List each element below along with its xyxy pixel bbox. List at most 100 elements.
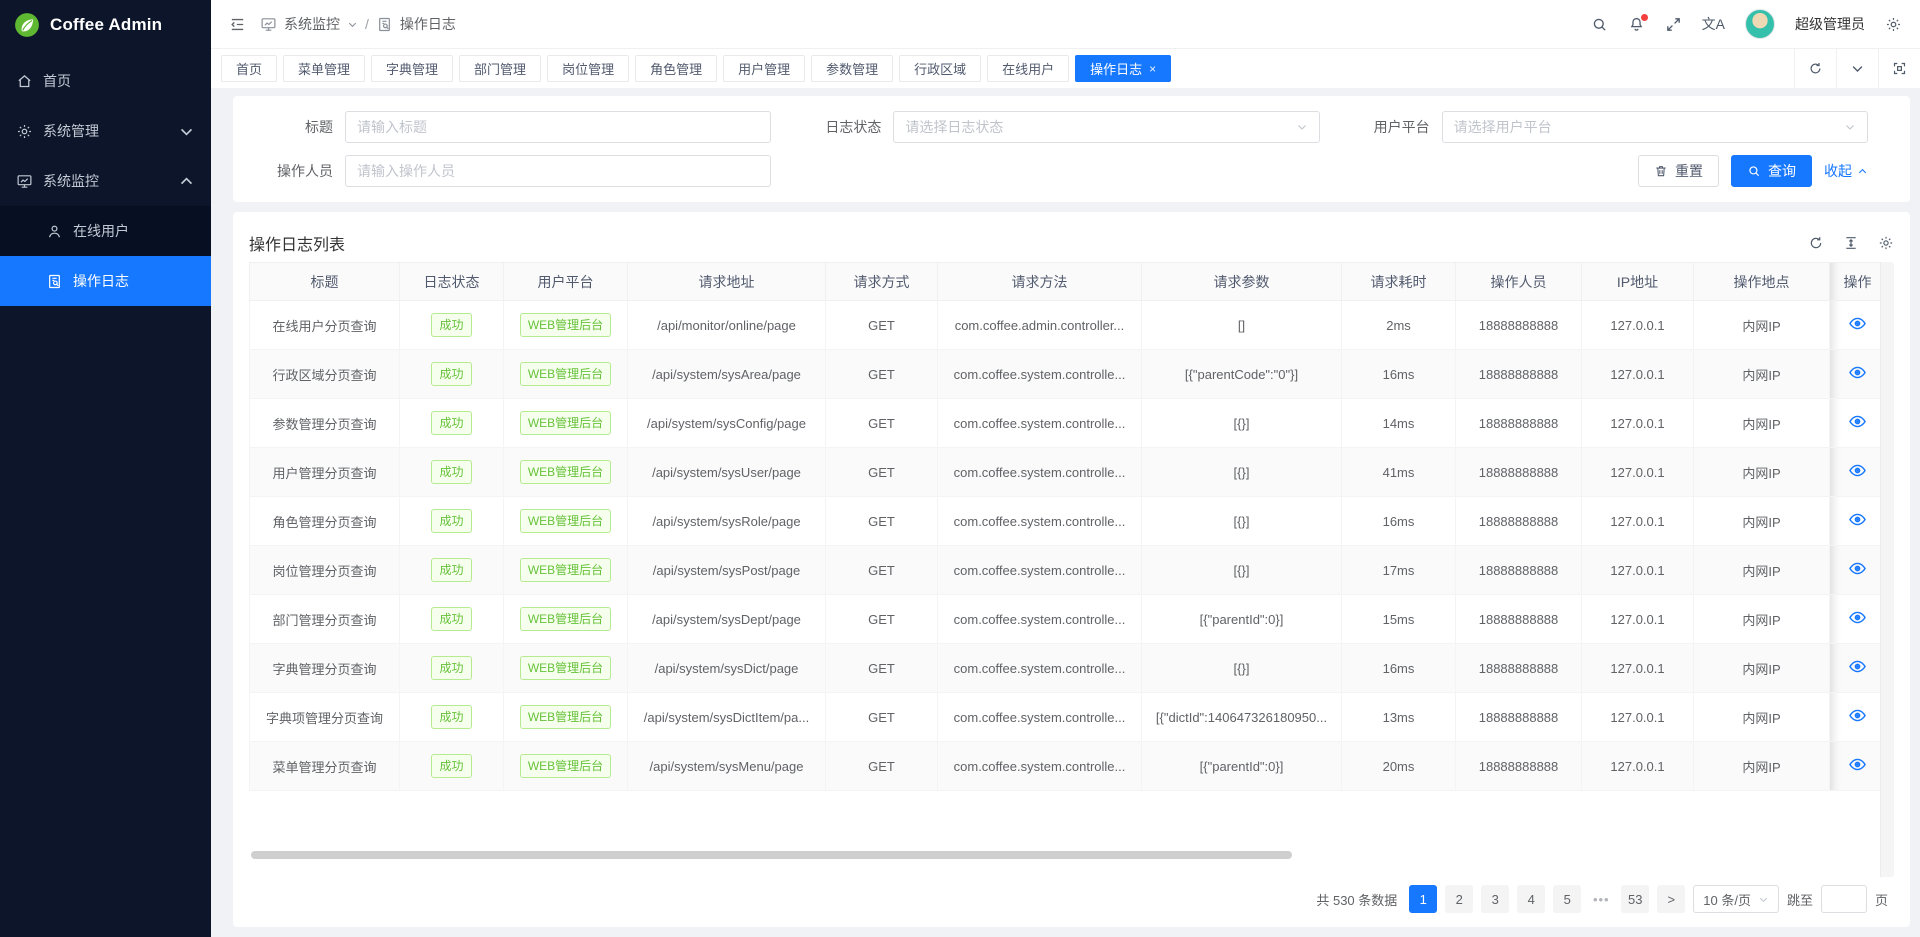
jump-label: 跳至: [1787, 890, 1813, 909]
sidebar-item-online-users[interactable]: 在线用户: [0, 206, 211, 256]
breadcrumb-caret-icon[interactable]: [347, 19, 358, 30]
current-user-name[interactable]: 超级管理员: [1795, 14, 1865, 34]
horizontal-scrollbar-thumb[interactable]: [251, 851, 1292, 859]
tab-item-10[interactable]: 操作日志 ×: [1075, 55, 1171, 82]
chevron-down-icon: [178, 123, 195, 140]
vertical-scrollbar-track[interactable]: [1880, 262, 1894, 877]
status-cell: 成功: [400, 693, 504, 742]
view-detail-button[interactable]: [1848, 608, 1867, 627]
cell-duration: 16ms: [1342, 497, 1456, 546]
row-height-icon[interactable]: [1843, 235, 1859, 251]
page-size-select[interactable]: 10 条/页: [1693, 885, 1779, 913]
table-scroll-area: 标题日志状态用户平台请求地址请求方式请求方法请求参数请求耗时操作人员IP地址操作…: [249, 262, 1894, 877]
view-detail-button[interactable]: [1848, 755, 1867, 774]
cell-title: 参数管理分页查询: [250, 399, 400, 448]
view-detail-button[interactable]: [1848, 706, 1867, 725]
cell-location: 内网IP: [1694, 301, 1830, 350]
column-settings-gear-icon[interactable]: [1878, 235, 1894, 251]
cell-actions: [1830, 350, 1886, 399]
cell-params: [{"dictId":140647326180950...: [1142, 693, 1342, 742]
cell-title: 部门管理分页查询: [250, 595, 400, 644]
tab-item-2[interactable]: 字典管理: [371, 55, 453, 82]
operator-filter-input[interactable]: [345, 155, 771, 187]
platform-select[interactable]: 请选择用户平台: [1442, 111, 1868, 143]
leaf-logo-icon: [14, 12, 40, 38]
page-button-2[interactable]: 2: [1445, 885, 1473, 913]
view-detail-button[interactable]: [1848, 314, 1867, 333]
cell-handler: com.coffee.system.controlle...: [938, 497, 1142, 546]
refresh-page-icon[interactable]: [1794, 49, 1836, 88]
page-button-5[interactable]: 5: [1553, 885, 1581, 913]
settings-gear-icon[interactable]: [1885, 16, 1902, 33]
reset-button[interactable]: 重置: [1638, 155, 1719, 187]
table-refresh-icon[interactable]: [1808, 235, 1824, 251]
view-detail-button[interactable]: [1848, 657, 1867, 676]
status-badge: 成功: [431, 656, 471, 680]
jump-page-input[interactable]: [1821, 885, 1867, 913]
tab-item-8[interactable]: 行政区域: [899, 55, 981, 82]
status-badge: 成功: [431, 411, 471, 435]
cell-location: 内网IP: [1694, 399, 1830, 448]
log-status-select[interactable]: 请选择日志状态: [893, 111, 1319, 143]
table-body: 在线用户分页查询成功WEB管理后台/api/monitor/online/pag…: [250, 301, 1886, 791]
breadcrumb-log-icon: [376, 16, 393, 33]
search-button[interactable]: 查询: [1731, 155, 1812, 187]
search-icon[interactable]: [1591, 16, 1608, 33]
column-header: 请求耗时: [1342, 263, 1456, 301]
page-button-53[interactable]: 53: [1621, 885, 1649, 913]
breadcrumb-parent[interactable]: 系统监控: [284, 14, 340, 34]
title-filter-input[interactable]: [345, 111, 771, 143]
next-page-button[interactable]: >: [1657, 885, 1685, 913]
tab-item-5[interactable]: 角色管理: [635, 55, 717, 82]
column-header: 操作: [1830, 263, 1886, 301]
tab-item-7[interactable]: 参数管理: [811, 55, 893, 82]
view-detail-button[interactable]: [1848, 461, 1867, 480]
cell-params: [{}]: [1142, 399, 1342, 448]
tab-item-6[interactable]: 用户管理: [723, 55, 805, 82]
tab-label: 菜单管理: [298, 59, 350, 78]
cell-actions: [1830, 448, 1886, 497]
tab-item-9[interactable]: 在线用户: [987, 55, 1069, 82]
cell-duration: 14ms: [1342, 399, 1456, 448]
avatar[interactable]: [1745, 9, 1775, 39]
content-area: 标题 日志状态 请选择日志状态 用户平台 请选择用户平台: [211, 88, 1920, 937]
cell-operator: 18888888888: [1456, 742, 1582, 791]
language-switch-icon[interactable]: 文A: [1702, 14, 1725, 34]
tab-item-1[interactable]: 菜单管理: [283, 55, 365, 82]
page-button-3[interactable]: 3: [1481, 885, 1509, 913]
notification-dot: [1641, 14, 1648, 21]
tab-label: 操作日志: [1090, 59, 1142, 78]
view-detail-button[interactable]: [1848, 363, 1867, 382]
app-logo[interactable]: Coffee Admin: [0, 0, 211, 50]
online-user-icon: [46, 223, 63, 240]
page-button-4[interactable]: 4: [1517, 885, 1545, 913]
sidebar: Coffee Admin 首页 系统管理 系统监控 在线用户: [0, 0, 211, 937]
view-detail-button[interactable]: [1848, 510, 1867, 529]
table-row: 菜单管理分页查询成功WEB管理后台/api/system/sysMenu/pag…: [250, 742, 1886, 791]
tab-close-icon[interactable]: ×: [1149, 63, 1156, 75]
view-detail-button[interactable]: [1848, 412, 1867, 431]
platform-cell: WEB管理后台: [504, 399, 628, 448]
sidebar-item-operation-log[interactable]: 操作日志: [0, 256, 211, 306]
sidebar-item-system-management[interactable]: 系统管理: [0, 106, 211, 156]
tab-item-4[interactable]: 岗位管理: [547, 55, 629, 82]
collapse-filters-link[interactable]: 收起: [1824, 161, 1868, 181]
tab-options-chevron-icon[interactable]: [1836, 49, 1878, 88]
tab-item-0[interactable]: 首页: [221, 55, 277, 82]
tab-bar: 首页菜单管理字典管理部门管理岗位管理角色管理用户管理参数管理行政区域在线用户操作…: [211, 48, 1920, 88]
cell-handler: com.coffee.system.controlle...: [938, 644, 1142, 693]
pagination-ellipsis[interactable]: •••: [1589, 892, 1613, 907]
status-badge: 成功: [431, 460, 471, 484]
content-maximize-icon[interactable]: [1878, 49, 1920, 88]
notification-bell-icon[interactable]: [1628, 16, 1645, 33]
cell-request-method: GET: [826, 546, 938, 595]
fullscreen-icon[interactable]: [1665, 16, 1682, 33]
cell-title: 字典项管理分页查询: [250, 693, 400, 742]
column-header: IP地址: [1582, 263, 1694, 301]
sidebar-collapse-icon[interactable]: [229, 16, 246, 33]
view-detail-button[interactable]: [1848, 559, 1867, 578]
page-button-1[interactable]: 1: [1409, 885, 1437, 913]
sidebar-item-home[interactable]: 首页: [0, 56, 211, 106]
tab-item-3[interactable]: 部门管理: [459, 55, 541, 82]
sidebar-item-system-monitor[interactable]: 系统监控: [0, 156, 211, 206]
